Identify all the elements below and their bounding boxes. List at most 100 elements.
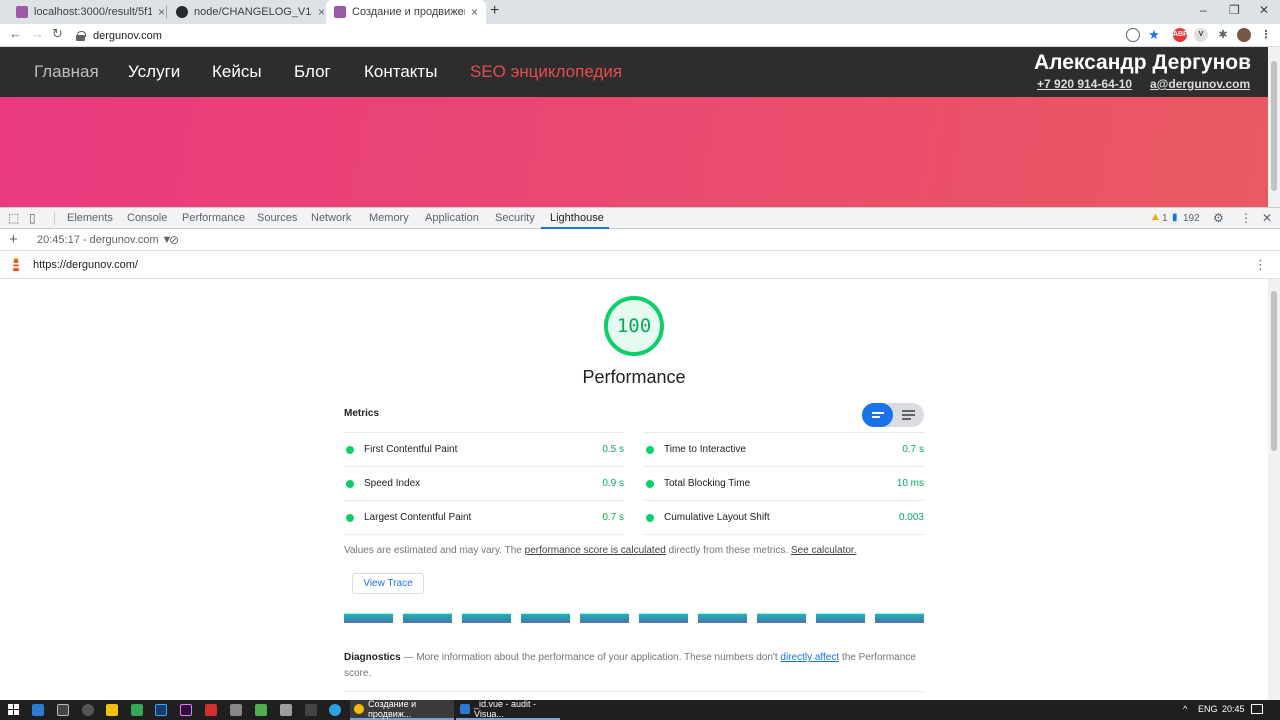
windows-start-icon[interactable] xyxy=(8,704,20,716)
forward-button[interactable]: → xyxy=(31,26,44,41)
view-trace-button[interactable]: View Trace xyxy=(352,573,424,594)
tab-close-icon[interactable]: × xyxy=(318,5,325,19)
maximize-button[interactable]: ❐ xyxy=(1229,3,1240,17)
directly-affect-link[interactable]: directly affect xyxy=(780,652,839,663)
tab-sources[interactable]: Sources xyxy=(257,212,297,224)
tab-performance[interactable]: Performance xyxy=(182,212,245,224)
see-calculator-link[interactable]: See calculator. xyxy=(791,545,857,556)
scrollbar-thumb[interactable] xyxy=(1271,61,1277,191)
compact-view-button[interactable] xyxy=(862,403,893,427)
adblock-icon[interactable]: ABP xyxy=(1173,28,1188,42)
nav-link-contacts[interactable]: Контакты xyxy=(364,62,437,82)
performance-score-gauge[interactable]: 100 xyxy=(604,296,664,356)
tab-close-icon[interactable]: × xyxy=(471,5,478,19)
warning-icon[interactable]: ▲ xyxy=(1150,211,1161,223)
network-tool-icon[interactable] xyxy=(230,704,242,716)
metric-value: 0.7 s xyxy=(902,444,924,455)
app-icon[interactable] xyxy=(305,704,317,716)
tab-console[interactable]: Console xyxy=(127,212,167,224)
tab-elements[interactable]: Elements xyxy=(67,212,113,224)
report-menu-icon[interactable]: ⋮ xyxy=(1254,257,1267,273)
star-icon[interactable]: ★ xyxy=(1147,28,1161,42)
nav-link-services[interactable]: Услуги xyxy=(128,62,180,82)
file-explorer-icon[interactable] xyxy=(106,704,118,716)
photoshop-icon[interactable] xyxy=(155,704,167,716)
metrics-view-toggle[interactable] xyxy=(862,403,924,427)
close-window-button[interactable]: ✕ xyxy=(1259,3,1269,17)
metric-value: 10 ms xyxy=(896,478,924,489)
terminal-icon[interactable] xyxy=(57,704,69,716)
settings-app-icon[interactable] xyxy=(82,704,94,716)
notifications-icon[interactable] xyxy=(1251,704,1263,714)
message-count: 192 xyxy=(1183,213,1200,224)
close-devtools-icon[interactable]: ✕ xyxy=(1262,211,1272,225)
app-icon[interactable] xyxy=(280,704,292,716)
new-report-button[interactable]: + xyxy=(9,231,18,248)
vue-devtools-icon[interactable]: V xyxy=(1194,28,1208,42)
vscode-icon[interactable] xyxy=(32,704,44,716)
input-language[interactable]: ENG xyxy=(1198,704,1218,714)
nav-link-cases[interactable]: Кейсы xyxy=(212,62,262,82)
browser-tab-dergunov[interactable]: Создание и продвижение сайт × xyxy=(326,0,486,24)
browser-menu-icon[interactable]: ⋮ xyxy=(1259,28,1273,42)
page-scrollbar[interactable] xyxy=(1268,47,1280,207)
score-calculated-link[interactable]: performance score is calculated xyxy=(525,545,666,556)
tab-network[interactable]: Network xyxy=(311,212,351,224)
clock[interactable]: 20:45 xyxy=(1222,704,1245,714)
tab-lighthouse[interactable]: Lighthouse xyxy=(550,212,604,224)
pass-indicator-icon xyxy=(646,480,654,488)
pass-indicator-icon xyxy=(346,446,354,454)
tab-memory[interactable]: Memory xyxy=(369,212,409,224)
metrics-heading: Metrics xyxy=(344,408,380,419)
address-bar[interactable]: dergunov.com xyxy=(76,27,1146,44)
windows-taskbar: Создание и продвиж... _id.vue - audit - … xyxy=(0,699,1280,720)
app-launcher-icon[interactable] xyxy=(131,704,143,716)
tab-application[interactable]: Application xyxy=(425,212,479,224)
metric-name: Time to Interactive xyxy=(664,444,746,455)
url-text: dergunov.com xyxy=(93,29,162,42)
app-icon[interactable] xyxy=(255,704,267,716)
nav-link-seo-encyclopedia[interactable]: SEO энциклопедия xyxy=(470,62,622,82)
chrome-icon xyxy=(354,704,364,714)
scrollbar-thumb[interactable] xyxy=(1271,291,1277,451)
device-toolbar-icon[interactable]: ▯ xyxy=(29,211,36,225)
cast-icon[interactable] xyxy=(1126,28,1140,42)
site-phone-link[interactable]: +7 920 914-64-10 xyxy=(1037,77,1132,91)
minimize-button[interactable]: – xyxy=(1200,3,1207,17)
report-scrollbar[interactable] xyxy=(1268,279,1280,700)
toolbar-divider xyxy=(54,212,55,225)
back-button[interactable]: ← xyxy=(9,26,22,41)
nav-link-home[interactable]: Главная xyxy=(34,62,99,82)
extensions-icon[interactable]: ✱ xyxy=(1216,28,1230,42)
inspect-element-icon[interactable]: ⬚ xyxy=(8,211,19,225)
tray-overflow-icon[interactable]: ^ xyxy=(1183,704,1187,714)
nav-link-blog[interactable]: Блог xyxy=(294,62,331,82)
filmstrip-frame xyxy=(875,613,924,623)
settings-gear-icon[interactable]: ⚙ xyxy=(1213,211,1224,225)
browser-tab-github[interactable]: node/CHANGELOG_V14.md at m × xyxy=(168,0,333,24)
clear-reports-icon[interactable]: ⊘ xyxy=(169,233,179,247)
metric-value: 0.5 s xyxy=(602,444,624,455)
telegram-icon[interactable] xyxy=(329,704,341,716)
site-owner-name: Александр Дергунов xyxy=(1033,51,1251,74)
profile-avatar[interactable] xyxy=(1237,28,1251,42)
messages-icon[interactable]: ▮ xyxy=(1172,212,1178,223)
site-email-link[interactable]: a@dergunov.com xyxy=(1150,77,1250,91)
reload-button[interactable]: ↻ xyxy=(52,26,63,42)
expanded-view-button[interactable] xyxy=(893,403,924,427)
tab-strip: localhost:3000/result/5f1da705a × node/C… xyxy=(0,0,1280,24)
filmstrip-frame xyxy=(580,613,629,623)
premiere-icon[interactable] xyxy=(180,704,192,716)
tab-close-icon[interactable]: × xyxy=(158,5,165,19)
new-tab-button[interactable]: + xyxy=(490,2,499,20)
taskbar-app-vscode[interactable]: _id.vue - audit - Visua... xyxy=(456,699,560,720)
filezilla-icon[interactable] xyxy=(205,704,217,716)
browser-tab-localhost[interactable]: localhost:3000/result/5f1da705a × xyxy=(8,0,173,24)
devtools-menu-icon[interactable]: ⋮ xyxy=(1240,211,1252,225)
lock-icon xyxy=(76,30,86,41)
taskbar-app-chrome[interactable]: Создание и продвиж... xyxy=(350,699,454,720)
metrics-note: Values are estimated and may vary. The p… xyxy=(344,545,856,556)
report-selector[interactable]: 20:45:17 - dergunov.com ▼ xyxy=(37,234,172,246)
pass-indicator-icon xyxy=(346,480,354,488)
tab-security[interactable]: Security xyxy=(495,212,535,224)
